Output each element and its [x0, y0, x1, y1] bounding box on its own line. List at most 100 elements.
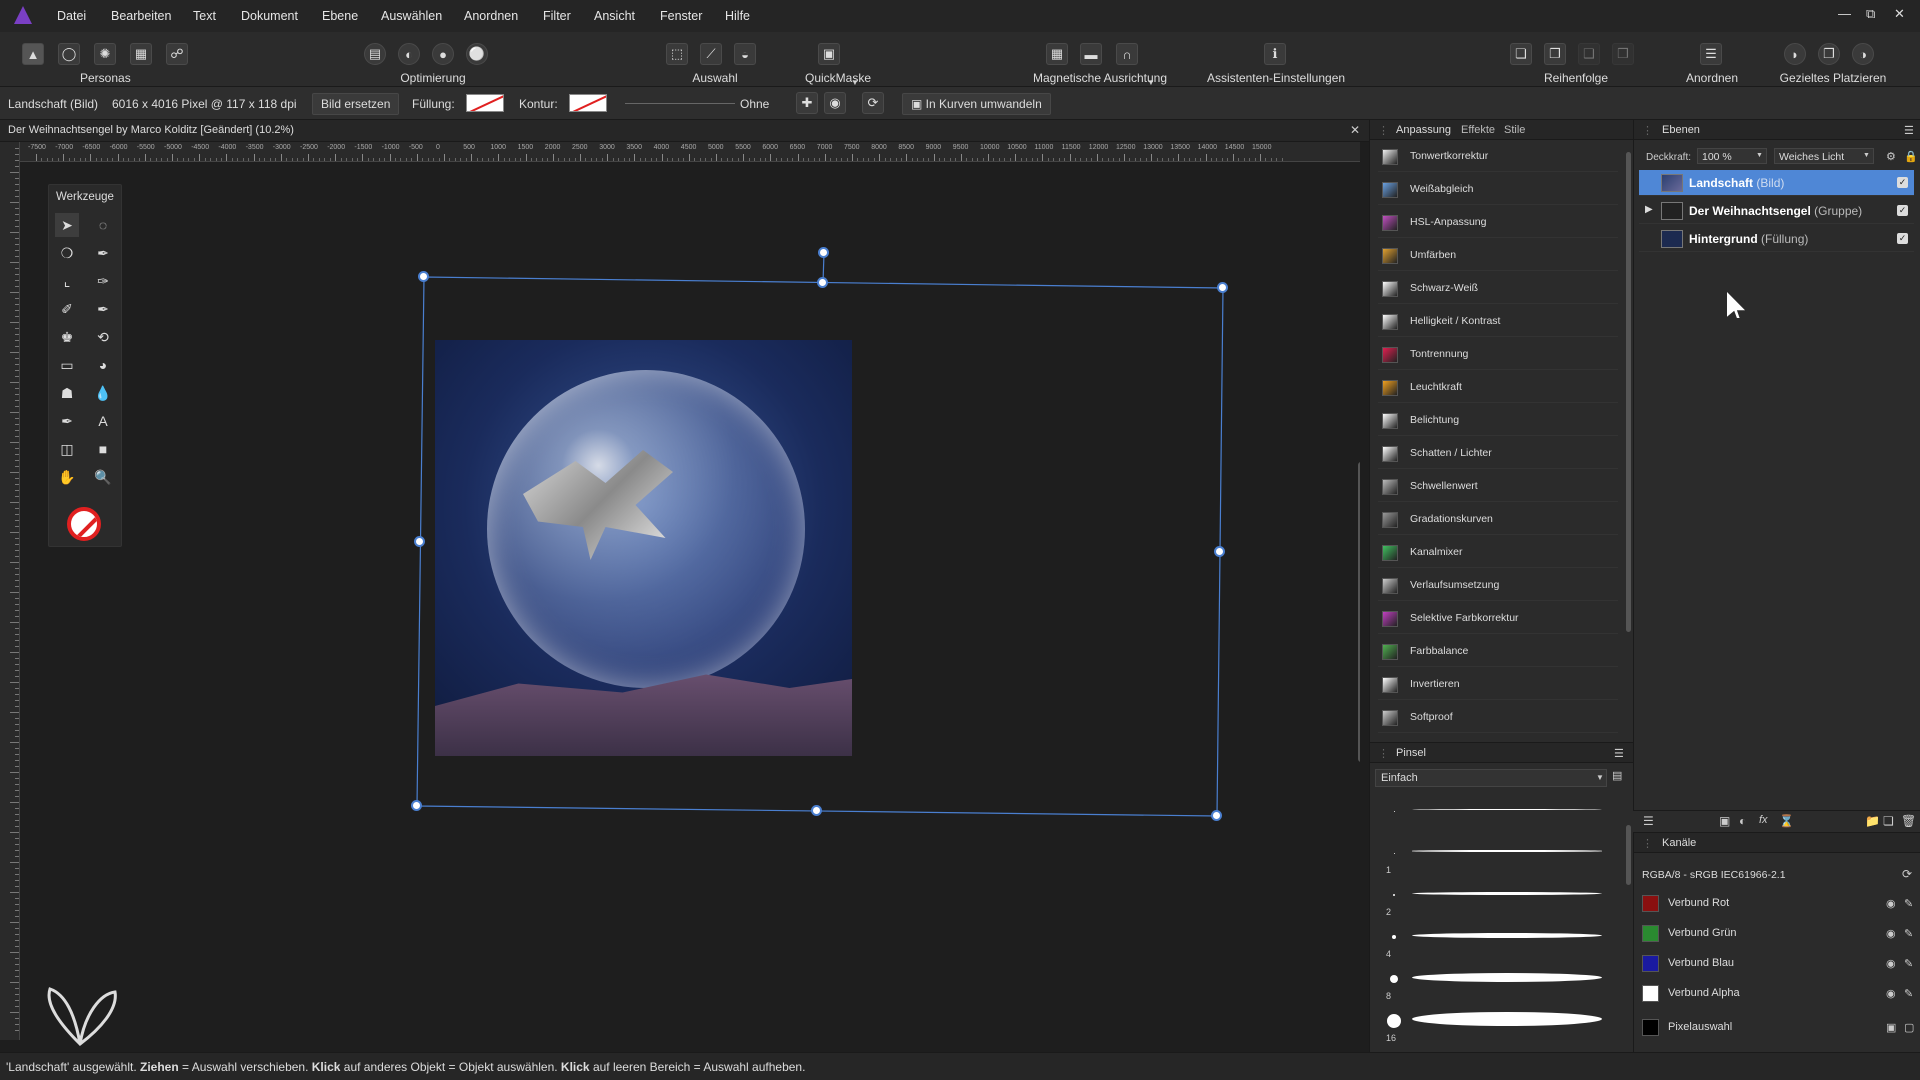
stroke-swatch[interactable] [569, 94, 607, 112]
handle-bottom-middle[interactable] [811, 805, 822, 816]
delete-layer-icon[interactable]: 🗑 [1901, 814, 1916, 828]
layer-visibility-checkbox[interactable]: ✓ [1897, 233, 1908, 244]
new-layer-icon[interactable]: ❏ [1883, 814, 1894, 828]
channel-load-icon[interactable]: ▢ [1904, 1021, 1914, 1034]
brush-preset[interactable]: 8 [1370, 965, 1620, 1005]
adjustment-item[interactable]: Helligkeit / Kontrast [1378, 307, 1618, 337]
place-icon[interactable]: ◗ [1784, 43, 1806, 65]
brush-panel-grip-icon[interactable]: ⋮ [1378, 747, 1389, 760]
rectangle-tool-icon[interactable]: ■ [91, 437, 115, 461]
channel-row[interactable]: Verbund Grün ◉ ✎ [1634, 919, 1920, 947]
adjustment-item[interactable]: Schatten / Lichter [1378, 439, 1618, 469]
move-forward-one-icon[interactable]: ❑ [1578, 43, 1600, 65]
menu-dokument[interactable]: Dokument [241, 9, 298, 23]
channel-edit-icon[interactable]: ✎ [1904, 897, 1913, 910]
handle-middle-left[interactable] [414, 536, 425, 547]
tab-stile[interactable]: Stile [1504, 124, 1525, 136]
channel-visibility-icon[interactable]: ◉ [1886, 987, 1896, 1000]
handle-top-right[interactable] [1217, 282, 1228, 293]
brush-preset[interactable] [1370, 797, 1620, 837]
deselect-icon[interactable]: ⟋ [700, 43, 722, 65]
place-image-icon[interactable]: ❐ [1818, 43, 1840, 65]
layer-visibility-checkbox[interactable]: ✓ [1897, 177, 1908, 188]
text-tool-icon[interactable]: A [91, 409, 115, 433]
layer-lock-icon[interactable]: 🔒 [1904, 150, 1918, 163]
convert-to-curves-button[interactable]: ▣ In Kurven umwandeln [902, 93, 1051, 115]
tone-mapping-persona-icon[interactable]: ▦ [130, 43, 152, 65]
channel-row[interactable]: Pixelauswahl ▣ ▢ [1634, 1013, 1920, 1041]
tab-ebenen[interactable]: Ebenen [1662, 124, 1700, 136]
tab-kanaele[interactable]: Kanäle [1662, 837, 1696, 849]
affinity-logo-icon[interactable] [14, 6, 32, 24]
layer-landschaft[interactable]: Landschaft (Bild) ✓ [1639, 170, 1914, 196]
quick-mask-icon[interactable]: ▣ [818, 43, 840, 65]
select-all-icon[interactable]: ⬚ [666, 43, 688, 65]
layer-weihnachtsengel[interactable]: ▶ Der Weihnachtsengel (Gruppe) ✓ [1639, 198, 1914, 224]
develop-persona-icon[interactable]: ✺ [94, 43, 116, 65]
selection-brush-tool-icon[interactable]: ✒ [91, 241, 115, 265]
layers-panel-menu-icon[interactable]: ☰ [1904, 124, 1914, 137]
live-filter-icon[interactable]: ⌛ [1779, 814, 1794, 828]
close-document-icon[interactable]: ✕ [1350, 123, 1360, 137]
adjustments-scrollbar[interactable] [1626, 152, 1631, 632]
layer-stack-icon[interactable]: ☰ [1643, 814, 1654, 828]
brush-panel-menu-icon[interactable]: ☰ [1614, 747, 1624, 760]
handle-middle-right[interactable] [1214, 546, 1225, 557]
adjustment-item[interactable]: Tontrennung [1378, 340, 1618, 370]
tab-pinsel[interactable]: Pinsel [1396, 747, 1426, 759]
adjustment-item[interactable]: Umfärben [1378, 241, 1618, 271]
layer-hintergrund[interactable]: Hintergrund (Füllung) ✓ [1639, 226, 1914, 252]
channel-edit-icon[interactable]: ✎ [1904, 957, 1913, 970]
color-picker-tool-icon[interactable]: ✑ [91, 269, 115, 293]
auto-white-balance-icon[interactable]: ⚪ [466, 43, 488, 65]
marquee-ellipse-tool-icon[interactable]: ◌ [91, 213, 115, 237]
auto-colors-icon[interactable]: ● [432, 43, 454, 65]
move-to-front-icon[interactable]: ❒ [1612, 43, 1634, 65]
menu-filter[interactable]: Filter [543, 9, 571, 23]
adjustment-item[interactable]: HSL-Anpassung [1378, 208, 1618, 238]
snapping-guides-icon[interactable]: ▬ [1080, 43, 1102, 65]
brush-preset[interactable]: 16 [1370, 1007, 1620, 1047]
adjustment-item[interactable]: Softproof [1378, 703, 1618, 733]
undo-brush-tool-icon[interactable]: ⟲ [91, 325, 115, 349]
brush-preset[interactable]: 4 [1370, 923, 1620, 963]
snapping-magnet-icon[interactable]: ∩ [1116, 43, 1138, 65]
move-tool-icon[interactable]: ➤ [55, 213, 79, 237]
adjustment-item[interactable]: Schwarz-Weiß [1378, 274, 1618, 304]
expand-group-icon[interactable]: ▶ [1645, 204, 1653, 215]
channel-mask-icon[interactable]: ▣ [1886, 1021, 1896, 1034]
auto-levels-icon[interactable]: ▤ [364, 43, 386, 65]
channel-row[interactable]: Verbund Blau ◉ ✎ [1634, 949, 1920, 977]
handle-top-middle[interactable] [817, 277, 828, 288]
minimize-icon[interactable]: — [1838, 6, 1851, 21]
adjustment-item[interactable]: Leuchtkraft [1378, 373, 1618, 403]
adjustment-item[interactable]: Selektive Farbkorrektur [1378, 604, 1618, 634]
menu-ansicht[interactable]: Ansicht [594, 9, 635, 23]
handle-bottom-right[interactable] [1211, 810, 1222, 821]
adjustment-item[interactable]: Kanalmixer [1378, 538, 1618, 568]
adjustment-item[interactable]: Weißabgleich [1378, 175, 1618, 205]
layers-panel-grip-icon[interactable]: ⋮ [1642, 124, 1653, 137]
clone-tool-icon[interactable]: ♚ [55, 325, 79, 349]
menu-hilfe[interactable]: Hilfe [725, 9, 750, 23]
auto-contrast-icon[interactable]: ◐ [398, 43, 420, 65]
hand-tool-icon[interactable]: ✋ [55, 465, 79, 489]
handle-bottom-left[interactable] [411, 800, 422, 811]
brush-options-icon[interactable]: ▤ [1612, 769, 1622, 782]
crop-tool-icon[interactable]: ⌞ [55, 269, 79, 293]
layer-visibility-checkbox[interactable]: ✓ [1897, 205, 1908, 216]
assistant-settings-icon[interactable]: ℹ [1264, 43, 1286, 65]
document-tab[interactable]: Der Weihnachtsengel by Marco Kolditz [Ge… [0, 120, 1369, 142]
handle-rotate[interactable] [818, 247, 829, 258]
brushes-scrollbar[interactable] [1626, 825, 1631, 885]
stroke-width-slider[interactable] [625, 103, 735, 104]
transform-origin-icon[interactable]: ✚ [796, 92, 818, 114]
menu-bearbeiten[interactable]: Bearbeiten [111, 9, 171, 23]
menu-auswaehlen[interactable]: Auswählen [381, 9, 442, 23]
brush-category-select[interactable]: Einfach ▼ [1375, 769, 1607, 787]
tab-anpassung[interactable]: Anpassung [1396, 124, 1451, 136]
adjustment-item[interactable]: Gradationskurven [1378, 505, 1618, 535]
fx-icon[interactable]: fx [1759, 814, 1768, 826]
restore-icon[interactable]: ⧉ [1866, 6, 1875, 22]
adjustment-item[interactable]: Verlaufsumsetzung [1378, 571, 1618, 601]
